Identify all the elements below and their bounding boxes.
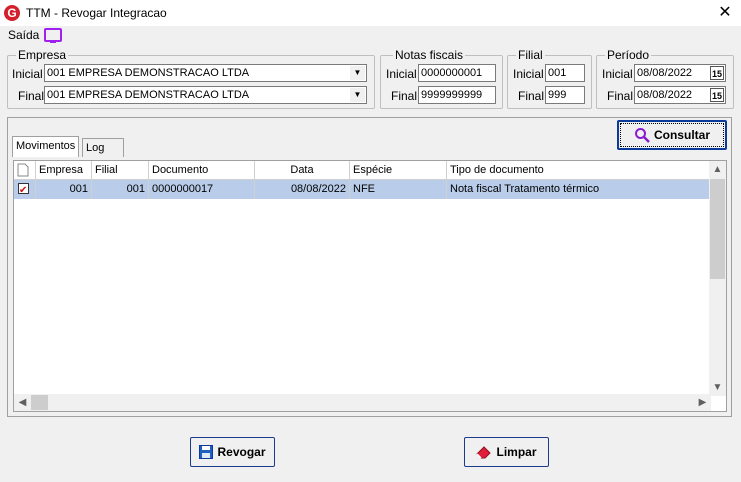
consultar-label: Consultar: [653, 128, 710, 142]
header-especie[interactable]: Espécie: [350, 161, 447, 180]
periodo-final-label: Final: [607, 89, 634, 103]
filial-group: Filial Inicial 001 Final 999: [507, 48, 592, 109]
horizontal-scrollbar[interactable]: ◀ ▶: [14, 394, 711, 411]
periodo-group: Período Inicial 08/08/2022 15 Final 08/0…: [596, 48, 734, 109]
periodo-final-value: 08/08/2022: [637, 89, 693, 101]
menu-bar: Saída: [0, 26, 741, 46]
close-icon[interactable]: ✕: [714, 2, 736, 24]
empresa-final-value: 001 EMPRESA DEMONSTRACAO LTDA: [47, 89, 250, 101]
notas-group: Notas fiscais Inicial 0000000001 Final 9…: [380, 48, 503, 109]
filial-inicial-value: 001: [548, 67, 567, 79]
filial-inicial-label: Inicial: [513, 67, 544, 81]
cell-especie: NFE: [350, 180, 447, 199]
revogar-label: Revogar: [217, 445, 266, 459]
filial-inicial-input[interactable]: 001: [545, 64, 585, 82]
search-icon: [634, 128, 650, 143]
filial-final-value: 999: [548, 89, 567, 101]
monitor-icon[interactable]: [44, 28, 62, 43]
filial-legend: Filial: [516, 48, 545, 62]
empresa-inicial-value: 001 EMPRESA DEMONSTRACAO LTDA: [47, 67, 250, 79]
filial-final-input[interactable]: 999: [545, 86, 585, 104]
tab-log[interactable]: Log: [82, 138, 124, 157]
limpar-button[interactable]: Limpar: [464, 437, 549, 467]
periodo-legend: Período: [605, 48, 652, 62]
header-tipo[interactable]: Tipo de documento: [447, 161, 711, 180]
calendar-icon[interactable]: 15: [710, 66, 724, 80]
limpar-label: Limpar: [496, 445, 537, 459]
cell-tipo: Nota fiscal Tratamento térmico: [450, 183, 600, 195]
periodo-inicial-input[interactable]: 08/08/2022 15: [634, 64, 726, 82]
cell-documento: 0000000017: [149, 180, 255, 199]
row-select-cell[interactable]: [14, 180, 36, 200]
empresa-legend: Empresa: [16, 48, 69, 62]
header-documento[interactable]: Documento: [149, 161, 255, 180]
empresa-inicial-select[interactable]: 001 EMPRESA DEMONSTRACAO LTDA ▼: [44, 64, 367, 82]
scroll-up-icon[interactable]: ▲: [709, 161, 726, 178]
scroll-down-icon[interactable]: ▼: [709, 379, 726, 396]
chevron-down-icon[interactable]: ▼: [350, 88, 365, 102]
header-empresa[interactable]: Empresa: [36, 161, 92, 180]
calendar-icon[interactable]: 15: [710, 88, 724, 102]
eraser-icon: [476, 446, 492, 459]
periodo-inicial-label: Inicial: [602, 67, 633, 81]
notas-final-label: Final: [391, 89, 418, 103]
notas-inicial-label: Inicial: [386, 67, 417, 81]
notas-legend: Notas fiscais: [393, 48, 466, 62]
floppy-disk-icon: [199, 445, 214, 459]
window-title: TTM - Revogar Integracao: [26, 6, 167, 20]
periodo-inicial-value: 08/08/2022: [637, 67, 693, 79]
notas-inicial-input[interactable]: 0000000001: [418, 64, 496, 82]
menu-saida[interactable]: Saída: [8, 28, 39, 42]
document-icon: [17, 163, 29, 177]
header-data[interactable]: Data: [255, 161, 350, 180]
table-row[interactable]: 001 001 0000000017 08/08/2022 NFE Nota f…: [14, 180, 711, 200]
cell-empresa: 001: [36, 180, 92, 199]
cell-data: 08/08/2022: [255, 180, 350, 199]
empresa-inicial-label: Inicial: [12, 67, 43, 81]
revogar-button[interactable]: Revogar: [190, 437, 275, 467]
horizontal-scroll-thumb[interactable]: [31, 395, 48, 410]
movimentos-grid: Empresa Filial Documento Data Espécie Ti…: [13, 160, 727, 412]
scroll-right-icon[interactable]: ▶: [694, 394, 711, 411]
tab-movimentos[interactable]: Movimentos: [12, 136, 80, 157]
app-logo-icon: G: [4, 5, 20, 21]
periodo-final-input[interactable]: 08/08/2022 15: [634, 86, 726, 104]
cell-filial: 001: [92, 180, 149, 199]
empresa-final-select[interactable]: 001 EMPRESA DEMONSTRACAO LTDA ▼: [44, 86, 367, 104]
scroll-left-icon[interactable]: ◀: [14, 394, 31, 411]
empresa-group: Empresa Inicial 001 EMPRESA DEMONSTRACAO…: [7, 48, 375, 109]
notas-final-value: 9999999999: [421, 89, 483, 101]
notas-final-input[interactable]: 9999999999: [418, 86, 496, 104]
row-checkbox[interactable]: [18, 181, 29, 200]
consultar-button[interactable]: Consultar: [617, 120, 727, 150]
empresa-final-label: Final: [18, 89, 45, 103]
vertical-scroll-thumb[interactable]: [710, 179, 725, 279]
header-filial[interactable]: Filial: [92, 161, 149, 180]
filial-final-label: Final: [518, 89, 545, 103]
header-select: [14, 161, 36, 180]
chevron-down-icon[interactable]: ▼: [350, 66, 365, 80]
notas-inicial-value: 0000000001: [421, 67, 483, 79]
vertical-scrollbar[interactable]: ▲ ▼: [709, 161, 726, 396]
title-bar: G TTM - Revogar Integracao ✕: [0, 0, 741, 26]
